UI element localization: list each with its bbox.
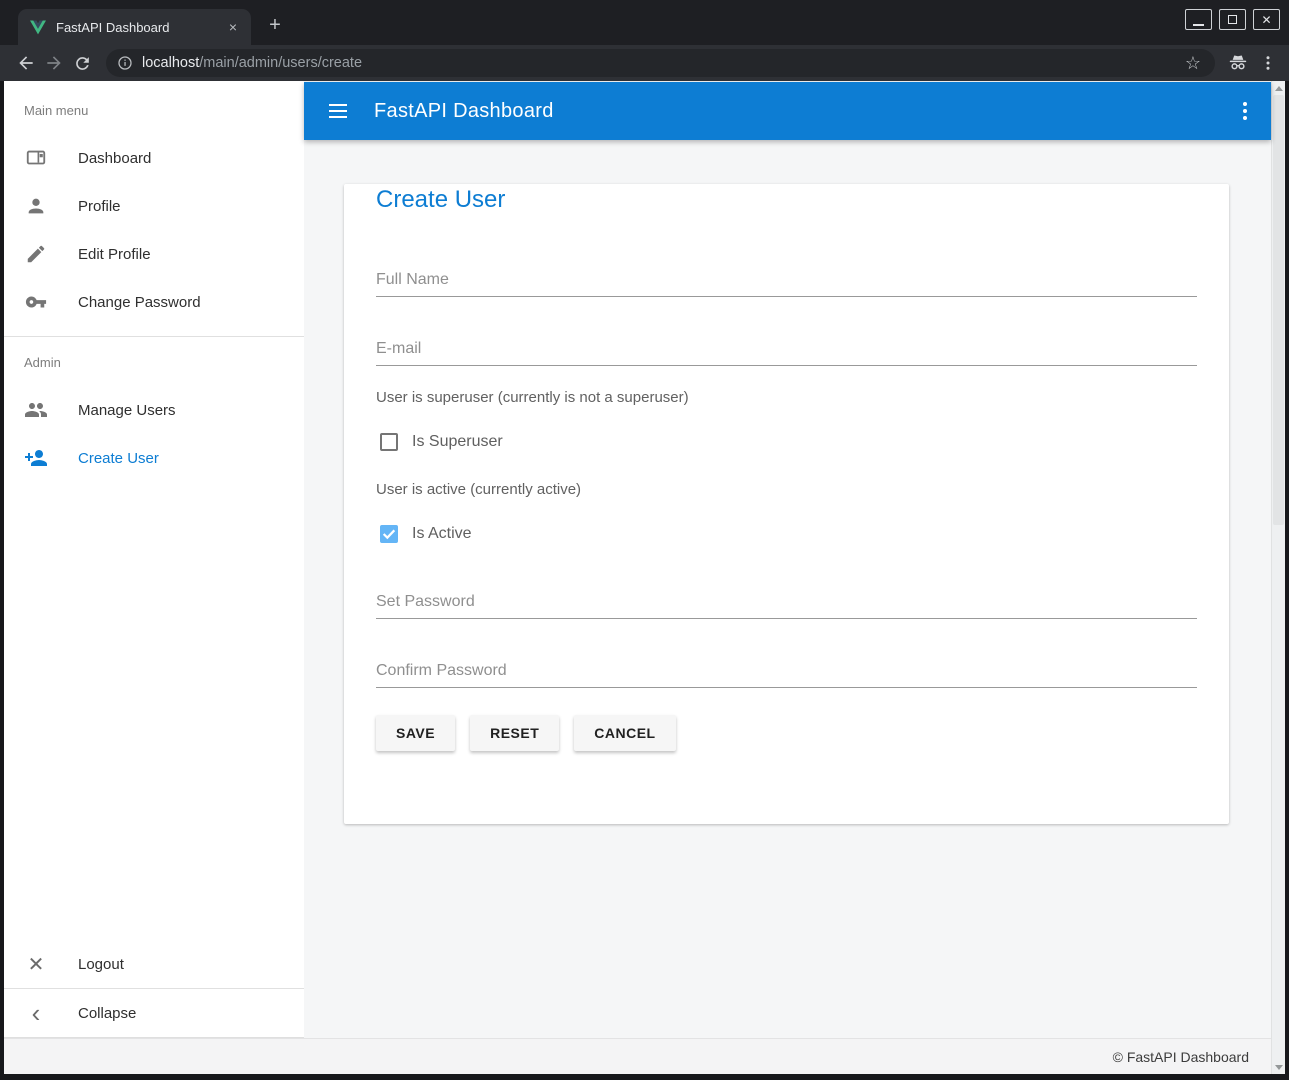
scroll-up-arrow[interactable] — [1272, 81, 1285, 95]
window-controls: ✕ — [1185, 9, 1280, 30]
app-menu-dots-icon[interactable] — [1243, 102, 1247, 120]
form-actions: SAVE RESET CANCEL — [376, 715, 1197, 751]
incognito-icon[interactable] — [1227, 52, 1249, 74]
reload-icon — [73, 54, 92, 73]
minimize-button[interactable] — [1185, 9, 1212, 30]
scrollbar-thumb[interactable] — [1273, 95, 1284, 525]
sidebar-item-label: Dashboard — [78, 150, 151, 167]
vue-logo-icon — [30, 20, 46, 35]
scroll-down-arrow[interactable] — [1272, 1060, 1285, 1074]
forward-arrow-icon — [44, 53, 64, 73]
sidebar-item-label: Edit Profile — [78, 246, 151, 263]
app-title: FastAPI Dashboard — [374, 100, 554, 123]
tab-title: FastAPI Dashboard — [56, 20, 225, 35]
active-note: User is active (currently active) — [376, 482, 1197, 498]
maximize-icon — [1220, 10, 1245, 29]
app-header: FastAPI Dashboard — [304, 82, 1271, 140]
email-label: E-mail — [376, 341, 1197, 357]
browser-window: FastAPI Dashboard × + ✕ — [0, 0, 1289, 1080]
tab-bar: FastAPI Dashboard × + ✕ — [0, 0, 1289, 45]
maximize-button[interactable] — [1219, 9, 1246, 30]
sidebar-item-dashboard[interactable]: Dashboard — [4, 134, 304, 182]
superuser-checkbox[interactable] — [380, 433, 398, 451]
create-user-card: Create User Full Name E-mail User is sup… — [344, 184, 1229, 824]
toolbar-right — [1227, 52, 1277, 74]
sidebar-item-label: Collapse — [78, 1005, 136, 1022]
dashboard-icon — [24, 146, 48, 170]
sidebar-item-manage-users[interactable]: Manage Users — [4, 386, 304, 434]
sidebar-section-main-menu: Main menu — [24, 103, 304, 118]
app-viewport: Main menu Dashboard — [4, 81, 1285, 1074]
forward-button[interactable] — [40, 49, 68, 77]
close-window-button[interactable]: ✕ — [1253, 9, 1280, 30]
sidebar-item-label: Logout — [78, 956, 124, 973]
url-host: localhost — [142, 55, 199, 71]
sidebar-item-change-password[interactable]: Change Password — [4, 278, 304, 326]
sidebar-item-label: Change Password — [78, 294, 201, 311]
footer-copyright: © FastAPI Dashboard — [1113, 1049, 1249, 1065]
close-icon: ✕ — [1254, 10, 1279, 29]
person-icon — [24, 194, 48, 218]
app-footer: © FastAPI Dashboard — [4, 1038, 1271, 1074]
email-field[interactable]: E-mail — [376, 341, 1197, 366]
sidebar-item-edit-profile[interactable]: Edit Profile — [4, 230, 304, 278]
browser-tab[interactable]: FastAPI Dashboard × — [18, 9, 251, 45]
sidebar-item-label: Profile — [78, 198, 121, 215]
set-password-label: Set Password — [376, 594, 1197, 610]
confirm-password-field[interactable]: Confirm Password — [376, 663, 1197, 688]
full-name-field[interactable]: Full Name — [376, 272, 1197, 297]
sidebar-item-label: Create User — [78, 450, 159, 467]
tab-close-icon[interactable]: × — [225, 19, 241, 35]
browser-toolbar: localhost/main/admin/users/create ☆ — [0, 45, 1289, 81]
full-name-label: Full Name — [376, 272, 1197, 288]
superuser-checkbox-label: Is Superuser — [412, 433, 503, 451]
back-arrow-icon — [16, 53, 36, 73]
sidebar-divider — [4, 336, 304, 337]
url-path: /main/admin/users/create — [199, 55, 362, 71]
confirm-password-label: Confirm Password — [376, 663, 1197, 679]
save-button[interactable]: SAVE — [376, 715, 455, 751]
logout-x-icon: ✕ — [24, 952, 48, 976]
reload-button[interactable] — [68, 49, 96, 77]
chevron-left-icon: ‹ — [24, 1001, 48, 1025]
minimize-icon — [1186, 10, 1211, 29]
back-button[interactable] — [12, 49, 40, 77]
page-info-icon[interactable] — [116, 54, 134, 72]
page-scrollbar[interactable] — [1271, 81, 1285, 1074]
person-add-icon — [24, 446, 48, 470]
sidebar: Main menu Dashboard — [4, 81, 304, 1038]
reset-button[interactable]: RESET — [470, 715, 559, 751]
people-icon — [24, 398, 48, 422]
sidebar-item-label: Manage Users — [78, 402, 176, 419]
superuser-note: User is superuser (currently is not a su… — [376, 390, 1197, 406]
active-checkbox[interactable] — [380, 525, 398, 543]
sidebar-item-create-user[interactable]: Create User — [4, 434, 304, 482]
active-checkbox-row: Is Active — [376, 524, 1197, 544]
hamburger-menu-icon[interactable] — [326, 99, 350, 123]
set-password-field[interactable]: Set Password — [376, 594, 1197, 619]
superuser-checkbox-row: Is Superuser — [376, 432, 1197, 452]
new-tab-button[interactable]: + — [262, 13, 288, 39]
url-bar[interactable]: localhost/main/admin/users/create ☆ — [106, 49, 1215, 77]
sidebar-item-collapse[interactable]: ‹ Collapse — [4, 989, 304, 1037]
sidebar-item-profile[interactable]: Profile — [4, 182, 304, 230]
page-title: Create User — [376, 184, 1197, 216]
pencil-icon — [24, 242, 48, 266]
bookmark-star-icon[interactable]: ☆ — [1177, 53, 1209, 74]
active-checkbox-label: Is Active — [412, 525, 472, 543]
checkmark-icon — [381, 527, 397, 541]
page-content: Create User Full Name E-mail User is sup… — [304, 140, 1271, 1038]
sidebar-section-admin: Admin — [24, 355, 304, 370]
url-text[interactable]: localhost/main/admin/users/create — [142, 55, 362, 71]
cancel-button[interactable]: CANCEL — [574, 715, 675, 751]
browser-menu-icon[interactable] — [1259, 54, 1277, 72]
key-icon — [24, 290, 48, 314]
sidebar-item-logout[interactable]: ✕ Logout — [4, 940, 304, 988]
